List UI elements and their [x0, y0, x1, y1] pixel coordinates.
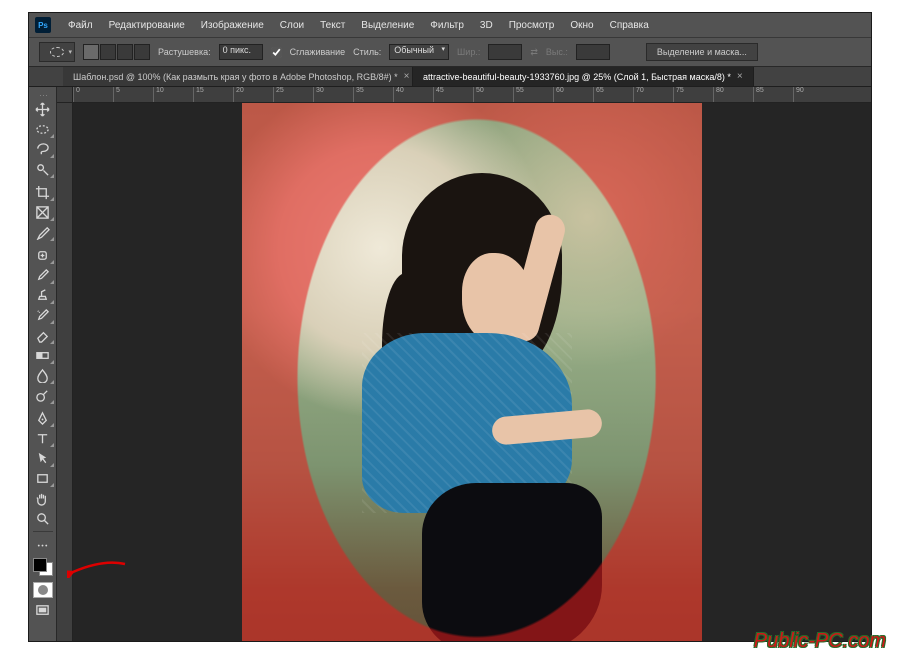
- photoshop-window: Ps Файл Редактирование Изображение Слои …: [28, 12, 872, 642]
- feather-input[interactable]: 0 пикс.: [219, 44, 263, 60]
- doc-tab-2-label: attractive-beautiful-beauty-1933760.jpg …: [423, 72, 731, 82]
- close-icon[interactable]: ×: [737, 71, 743, 82]
- canvas-area[interactable]: 051015202530354045505560657075808590: [57, 87, 871, 641]
- selection-add-icon[interactable]: [100, 44, 116, 60]
- type-tool[interactable]: [31, 428, 55, 448]
- antialias-checkbox[interactable]: [271, 47, 282, 58]
- foreground-color-swatch[interactable]: [33, 558, 47, 572]
- app-logo: Ps: [35, 17, 51, 33]
- ruler-horizontal[interactable]: 051015202530354045505560657075808590: [73, 87, 871, 103]
- menu-window[interactable]: Окно: [563, 17, 600, 34]
- main-area: 051015202530354045505560657075808590: [29, 87, 871, 641]
- menu-edit[interactable]: Редактирование: [102, 17, 192, 34]
- close-icon[interactable]: ×: [404, 71, 410, 82]
- marquee-tool[interactable]: [31, 119, 55, 139]
- selection-new-icon[interactable]: [83, 44, 99, 60]
- ruler-origin[interactable]: [57, 87, 73, 103]
- swap-wh-icon: ⇄: [530, 47, 538, 58]
- menu-view[interactable]: Просмотр: [502, 17, 562, 34]
- antialias-label: Сглаживание: [290, 47, 346, 57]
- quick-select-tool[interactable]: [31, 159, 55, 179]
- edit-toolbar-icon[interactable]: [31, 535, 55, 555]
- doc-tab-2[interactable]: attractive-beautiful-beauty-1933760.jpg …: [413, 67, 754, 86]
- select-and-mask-button[interactable]: Выделение и маска...: [646, 43, 758, 61]
- menu-text[interactable]: Текст: [313, 17, 352, 34]
- menu-3d[interactable]: 3D: [473, 17, 500, 34]
- style-select[interactable]: Обычный: [389, 44, 449, 60]
- quick-mask-overlay: [242, 103, 702, 641]
- menu-filter[interactable]: Фильтр: [423, 17, 471, 34]
- photo-layer: [242, 103, 702, 641]
- zoom-tool[interactable]: [31, 508, 55, 528]
- crop-tool[interactable]: [31, 182, 55, 202]
- feather-label: Растушевка:: [158, 47, 211, 57]
- toolbox: [29, 87, 57, 641]
- blur-tool[interactable]: [31, 365, 55, 385]
- doc-tab-1-label: Шаблон.psd @ 100% (Как размыть края у фо…: [73, 72, 398, 82]
- clone-stamp-tool[interactable]: [31, 285, 55, 305]
- document-canvas[interactable]: [73, 103, 871, 641]
- selection-subtract-icon[interactable]: [117, 44, 133, 60]
- history-brush-tool[interactable]: [31, 305, 55, 325]
- height-input: [576, 44, 610, 60]
- frame-tool[interactable]: [31, 202, 55, 222]
- move-tool[interactable]: [31, 99, 55, 119]
- style-label: Стиль:: [353, 47, 381, 57]
- selection-mode-group: [83, 44, 150, 60]
- doc-tab-1[interactable]: Шаблон.psd @ 100% (Как размыть края у фо…: [63, 67, 413, 86]
- brush-tool[interactable]: [31, 265, 55, 285]
- quick-mask-toggle[interactable]: [31, 580, 55, 600]
- ruler-vertical[interactable]: [57, 103, 73, 641]
- hand-tool[interactable]: [31, 488, 55, 508]
- eyedropper-tool[interactable]: [31, 222, 55, 242]
- pen-tool[interactable]: [31, 408, 55, 428]
- width-input: [488, 44, 522, 60]
- width-label: Шир.:: [457, 47, 480, 57]
- healing-brush-tool[interactable]: [31, 245, 55, 265]
- menu-file[interactable]: Файл: [61, 17, 100, 34]
- menu-image[interactable]: Изображение: [194, 17, 271, 34]
- options-bar: Растушевка: 0 пикс. Сглаживание Стиль: О…: [29, 37, 871, 67]
- color-swatches[interactable]: [32, 557, 54, 577]
- menu-bar: Ps Файл Редактирование Изображение Слои …: [29, 13, 871, 37]
- selection-intersect-icon[interactable]: [134, 44, 150, 60]
- tool-preset-picker[interactable]: [39, 42, 75, 62]
- watermark: Public-PC.com: [754, 630, 886, 653]
- gradient-tool[interactable]: [31, 345, 55, 365]
- path-select-tool[interactable]: [31, 448, 55, 468]
- height-label: Выс.:: [546, 47, 568, 57]
- dodge-tool[interactable]: [31, 385, 55, 405]
- menu-layers[interactable]: Слои: [273, 17, 311, 34]
- screen-mode-toggle[interactable]: [31, 600, 55, 620]
- document-tabs: Шаблон.psd @ 100% (Как размыть края у фо…: [29, 67, 871, 87]
- menu-help[interactable]: Справка: [603, 17, 656, 34]
- toolbox-grip[interactable]: [32, 91, 54, 97]
- menu-select[interactable]: Выделение: [354, 17, 421, 34]
- lasso-tool[interactable]: [31, 139, 55, 159]
- rectangle-tool[interactable]: [31, 468, 55, 488]
- eraser-tool[interactable]: [31, 325, 55, 345]
